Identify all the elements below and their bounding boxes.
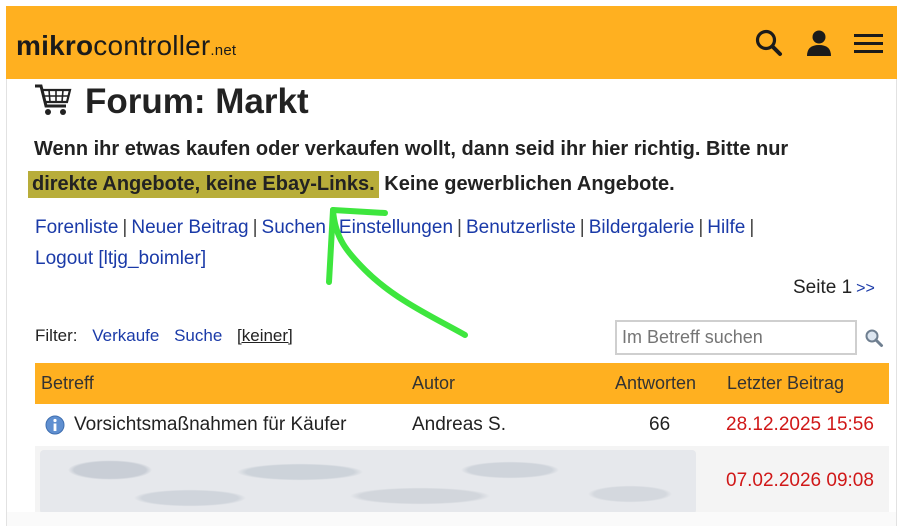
nav-separator: |: [749, 217, 755, 238]
notice-highlight: direkte Angebote, keine Ebay-Links.: [28, 171, 379, 198]
forum-notice: Wenn ihr etwas kaufen oder verkaufen wol…: [28, 132, 884, 202]
notice-text-2: Keine gewerblichen Angebote.: [384, 173, 675, 195]
nav-link-neuer-beitrag[interactable]: Neuer Beitrag: [131, 217, 248, 238]
nav-link-logout[interactable]: Logout [ltjg_boimler]: [35, 248, 206, 269]
nav-link-bildergalerie[interactable]: Bildergalerie: [589, 217, 695, 238]
notice-text-1: Wenn ihr etwas kaufen oder verkaufen wol…: [34, 138, 789, 160]
frame-border-left: [6, 79, 7, 526]
logo-suffix: .net: [210, 42, 237, 59]
nav-link-hilfe[interactable]: Hilfe: [707, 217, 745, 238]
next-page-link[interactable]: >>: [856, 280, 875, 297]
pagination: Seite 1 >>: [793, 276, 875, 301]
nav-separator: |: [122, 217, 128, 238]
thread-replies: 66: [649, 414, 671, 435]
filter-suche[interactable]: Suche: [174, 326, 222, 345]
table-header: Betreff Autor Antworten Letzter Beitrag: [35, 363, 889, 404]
nav-separator: |: [579, 217, 585, 238]
thread-subject[interactable]: Vorsichtsmaßnahmen für Käufer: [74, 414, 346, 436]
column-header-autor[interactable]: Autor: [412, 373, 455, 394]
shopping-cart-icon: [35, 84, 72, 115]
thread-last-post[interactable]: 28.12.2025 15:56: [726, 414, 874, 436]
subject-search-input[interactable]: [617, 322, 855, 353]
page-bottom-fade: [7, 512, 896, 526]
filter-current[interactable]: [keiner]: [237, 326, 293, 345]
annotation-arrow: [326, 207, 468, 338]
table-row[interactable]: Vorsichtsmaßnahmen für Käufer Andreas S.…: [35, 404, 889, 446]
info-icon: [45, 415, 65, 435]
site-logo[interactable]: mikrocontroller.net: [16, 30, 236, 67]
thread-filter: Filter: Verkaufe Suche [keiner]: [35, 324, 293, 348]
table-row[interactable]: 07.02.2026 09:08: [35, 446, 889, 518]
menu-icon[interactable]: [851, 26, 885, 60]
thread-last-post[interactable]: 07.02.2026 09:08: [726, 470, 874, 492]
frame-border-right: [896, 79, 897, 526]
user-icon[interactable]: [802, 26, 836, 60]
subject-search-box: [615, 320, 857, 355]
column-header-letzter-beitrag[interactable]: Letzter Beitrag: [727, 373, 844, 394]
thread-author[interactable]: Andreas S.: [412, 414, 506, 436]
nav-separator: |: [252, 217, 258, 238]
page-title: Forum: Markt: [85, 82, 309, 121]
search-submit-icon[interactable]: [864, 328, 884, 348]
filter-verkaufe[interactable]: Verkaufe: [92, 326, 159, 345]
nav-link-forenliste[interactable]: Forenliste: [35, 217, 118, 238]
column-header-betreff[interactable]: Betreff: [41, 373, 94, 394]
column-header-antworten[interactable]: Antworten: [615, 373, 696, 394]
logo-regular: controller: [93, 30, 211, 61]
thread-table: Betreff Autor Antworten Letzter Beitrag …: [35, 363, 889, 518]
search-icon[interactable]: [752, 26, 786, 60]
filter-label: Filter:: [35, 326, 78, 345]
nav-separator: |: [698, 217, 704, 238]
page-indicator: Seite 1: [793, 277, 853, 298]
redacted-content: [40, 450, 696, 514]
logo-bold: mikro: [16, 30, 94, 61]
site-header: mikrocontroller.net: [6, 6, 897, 79]
